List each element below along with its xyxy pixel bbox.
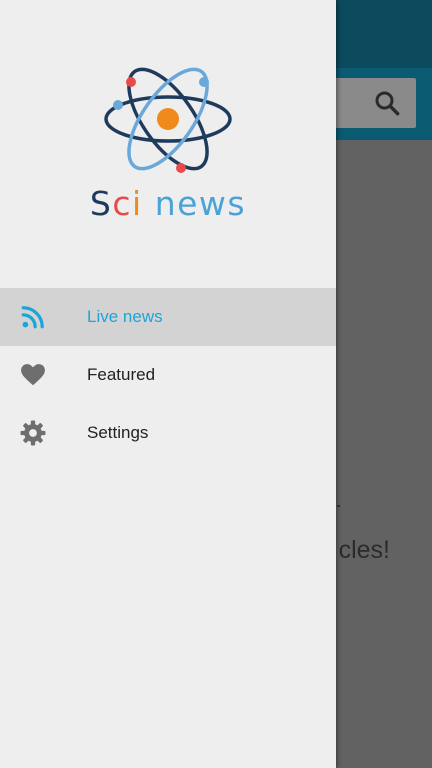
atom-logo-icon: [104, 67, 232, 173]
nav-item-live-news[interactable]: Live news: [0, 288, 336, 346]
navigation-drawer: Sci news Live news Featured Settings: [0, 0, 336, 768]
nav-item-label: Live news: [87, 307, 163, 326]
heart-icon: [21, 364, 45, 386]
nav-item-settings[interactable]: Settings: [0, 404, 336, 462]
gear-icon: [20, 420, 46, 446]
brand-letter-i: i: [132, 184, 143, 223]
drawer-scrim[interactable]: [336, 0, 432, 768]
brand-letter-c: c: [112, 184, 133, 223]
nav-item-label: Featured: [87, 365, 156, 384]
app-brand-title: Sci news: [0, 184, 336, 223]
drawer-nav-list: Live news Featured Settings: [0, 288, 336, 462]
nav-item-featured[interactable]: Featured: [0, 346, 336, 404]
brand-word-news: news: [154, 184, 247, 223]
app-screen: cles! Sci news Live news Featured Settin…: [0, 0, 432, 768]
brand-letter-s: S: [89, 184, 113, 223]
nav-item-label: Settings: [87, 423, 149, 442]
rss-icon: [21, 306, 44, 329]
